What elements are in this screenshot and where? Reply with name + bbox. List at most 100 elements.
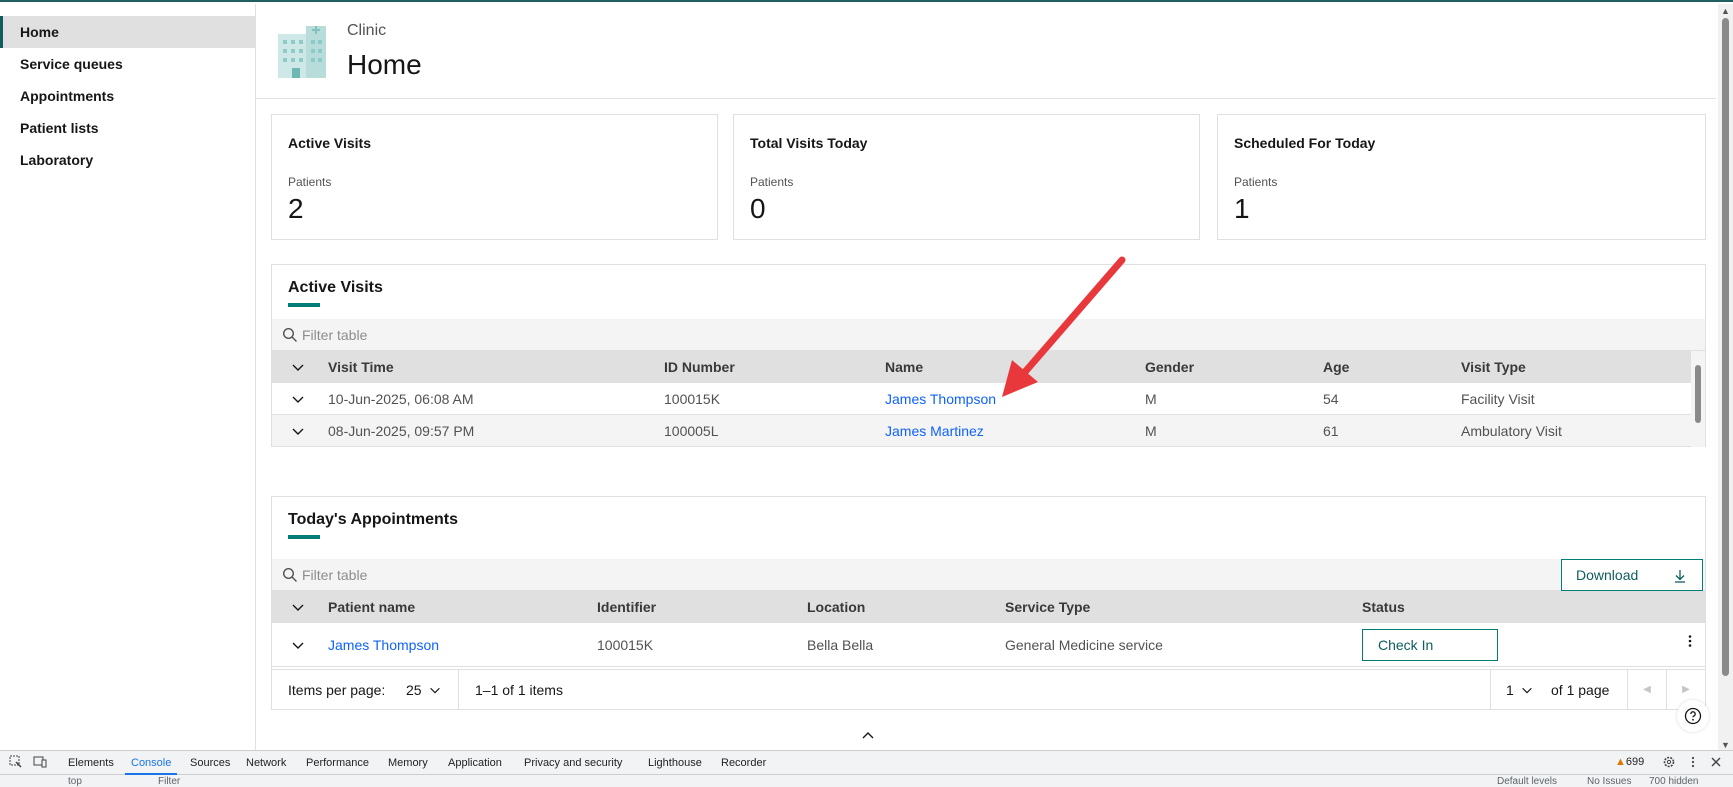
help-icon <box>1684 707 1702 725</box>
metric-title: Total Visits Today <box>750 135 868 151</box>
page-scrollbar[interactable]: ▲ ▼ <box>1718 4 1733 752</box>
chevron-down-icon[interactable] <box>1520 683 1534 697</box>
table-row: James Thompson 100015K Bella Bella Gener… <box>272 623 1705 667</box>
console-filter-input[interactable]: Filter <box>158 776 180 787</box>
patient-name-link[interactable]: James Thompson <box>328 637 439 653</box>
metric-label: Patients <box>1234 175 1278 189</box>
warning-count: 699 <box>1625 756 1645 768</box>
download-button[interactable]: Download <box>1561 559 1703 591</box>
issues-indicator[interactable]: No Issues <box>1587 776 1631 787</box>
warning-count-badge[interactable]: ▲699 <box>1615 756 1644 768</box>
cell-visit-time: 08-Jun-2025, 09:57 PM <box>328 423 475 439</box>
context-select[interactable]: top <box>68 776 82 787</box>
download-icon <box>1675 570 1685 583</box>
chevron-down-icon[interactable] <box>290 637 306 653</box>
item-range: 1–1 of 1 items <box>475 682 563 698</box>
column-header[interactable]: Patient name <box>328 599 415 615</box>
page-count: of 1 page <box>1551 682 1610 698</box>
scrollbar-thumb[interactable] <box>1722 18 1729 676</box>
column-header[interactable]: Status <box>1362 599 1405 615</box>
sidebar: Home Service queues Appointments Patient… <box>0 4 256 752</box>
appointments-panel: Today's Appointments Download Patient na… <box>271 496 1706 710</box>
inspect-element-icon[interactable] <box>9 755 23 769</box>
search-input[interactable] <box>302 559 902 591</box>
chevron-down-icon[interactable] <box>290 599 306 615</box>
levels-select[interactable]: Default levels <box>1497 776 1557 787</box>
metric-card-total-visits-today: Total Visits Today Patients 0 <box>733 114 1200 240</box>
column-header[interactable]: Gender <box>1145 359 1194 375</box>
close-icon[interactable] <box>1709 755 1723 769</box>
divider <box>1490 670 1491 710</box>
devtools-tab-lighthouse[interactable]: Lighthouse <box>648 757 702 769</box>
pagination: Items per page: 25 1–1 of 1 items 1 of 1… <box>272 669 1705 710</box>
search-input[interactable] <box>302 319 902 351</box>
metric-value: 0 <box>750 193 766 224</box>
metric-label: Patients <box>750 175 794 189</box>
previous-page-button[interactable]: ◀ <box>1627 670 1667 710</box>
patient-name-link[interactable]: James Thompson <box>885 391 996 407</box>
check-in-button[interactable]: Check In <box>1362 629 1498 661</box>
help-button[interactable] <box>1677 700 1709 732</box>
sidebar-item-service-queues[interactable]: Service queues <box>0 48 255 80</box>
column-header[interactable]: Visit Type <box>1461 359 1526 375</box>
scroll-up-icon[interactable]: ▲ <box>1721 6 1730 16</box>
chevron-down-icon[interactable] <box>428 683 442 697</box>
sidebar-item-appointments[interactable]: Appointments <box>0 80 255 112</box>
devtools-tab-performance[interactable]: Performance <box>306 757 369 769</box>
column-header[interactable]: Name <box>885 359 923 375</box>
patient-name-link[interactable]: James Martinez <box>885 423 984 439</box>
sidebar-item-label: Appointments <box>20 88 115 104</box>
cell-visit-type: Facility Visit <box>1461 391 1535 407</box>
cell-id-number: 100005L <box>664 423 719 439</box>
devtools-tab-elements[interactable]: Elements <box>68 757 114 769</box>
panel-title: Active Visits <box>288 279 383 296</box>
gear-icon[interactable] <box>1662 755 1676 769</box>
hospital-building-icon <box>278 26 326 78</box>
column-header[interactable]: Visit Time <box>328 359 394 375</box>
cell-age: 54 <box>1323 391 1339 407</box>
cell-age: 61 <box>1323 423 1339 439</box>
devtools-panel: Elements Console Sources Network Perform… <box>0 750 1733 787</box>
sidebar-item-home[interactable]: Home <box>0 16 255 48</box>
warning-icon: ▲ <box>1615 756 1626 768</box>
devtools-tab-privacy[interactable]: Privacy and security <box>524 757 622 769</box>
overflow-menu-icon[interactable] <box>1682 633 1698 649</box>
devtools-tab-network[interactable]: Network <box>246 757 286 769</box>
cell-gender: M <box>1145 391 1157 407</box>
chevron-down-icon[interactable] <box>290 423 306 439</box>
table-scrollbar[interactable] <box>1691 351 1705 447</box>
page-select[interactable]: 1 <box>1506 682 1514 698</box>
items-per-page-select[interactable]: 25 <box>406 682 422 698</box>
devtools-tab-sources[interactable]: Sources <box>190 757 230 769</box>
devtools-tab-application[interactable]: Application <box>448 757 502 769</box>
metric-card-active-visits: Active Visits Patients 2 <box>271 114 718 240</box>
download-label: Download <box>1576 567 1639 583</box>
chevron-down-icon[interactable] <box>290 359 306 375</box>
page-subtitle: Clinic <box>347 22 387 39</box>
devtools-tab-memory[interactable]: Memory <box>388 757 428 769</box>
page-title: Home <box>347 49 422 80</box>
column-header[interactable]: Identifier <box>597 599 656 615</box>
scroll-down-icon[interactable]: ▼ <box>1721 740 1730 750</box>
divider <box>458 670 459 710</box>
search-icon <box>282 327 297 342</box>
items-per-page-label: Items per page: <box>288 682 386 698</box>
title-underline <box>288 535 320 539</box>
column-header[interactable]: Location <box>807 599 865 615</box>
scrollbar-thumb[interactable] <box>1695 365 1701 423</box>
column-header[interactable]: ID Number <box>664 359 735 375</box>
device-toolbar-icon[interactable] <box>33 755 47 769</box>
active-visits-table: Visit Time ID Number Name Gender Age Vis… <box>272 351 1705 447</box>
column-header[interactable]: Age <box>1323 359 1349 375</box>
sidebar-item-patient-lists[interactable]: Patient lists <box>0 112 255 144</box>
devtools-tab-recorder[interactable]: Recorder <box>721 757 766 769</box>
more-options-icon[interactable] <box>1686 755 1700 769</box>
table-header: Visit Time ID Number Name Gender Age Vis… <box>272 351 1705 383</box>
chevron-down-icon[interactable] <box>290 391 306 407</box>
devtools-tab-console[interactable]: Console <box>124 757 178 775</box>
app-window: Home Service queues Appointments Patient… <box>0 0 1733 752</box>
console-toolbar: top Filter Default levels No Issues 700 … <box>0 776 1733 787</box>
chevron-up-icon[interactable] <box>860 728 876 744</box>
sidebar-item-laboratory[interactable]: Laboratory <box>0 144 255 176</box>
column-header[interactable]: Service Type <box>1005 599 1090 615</box>
